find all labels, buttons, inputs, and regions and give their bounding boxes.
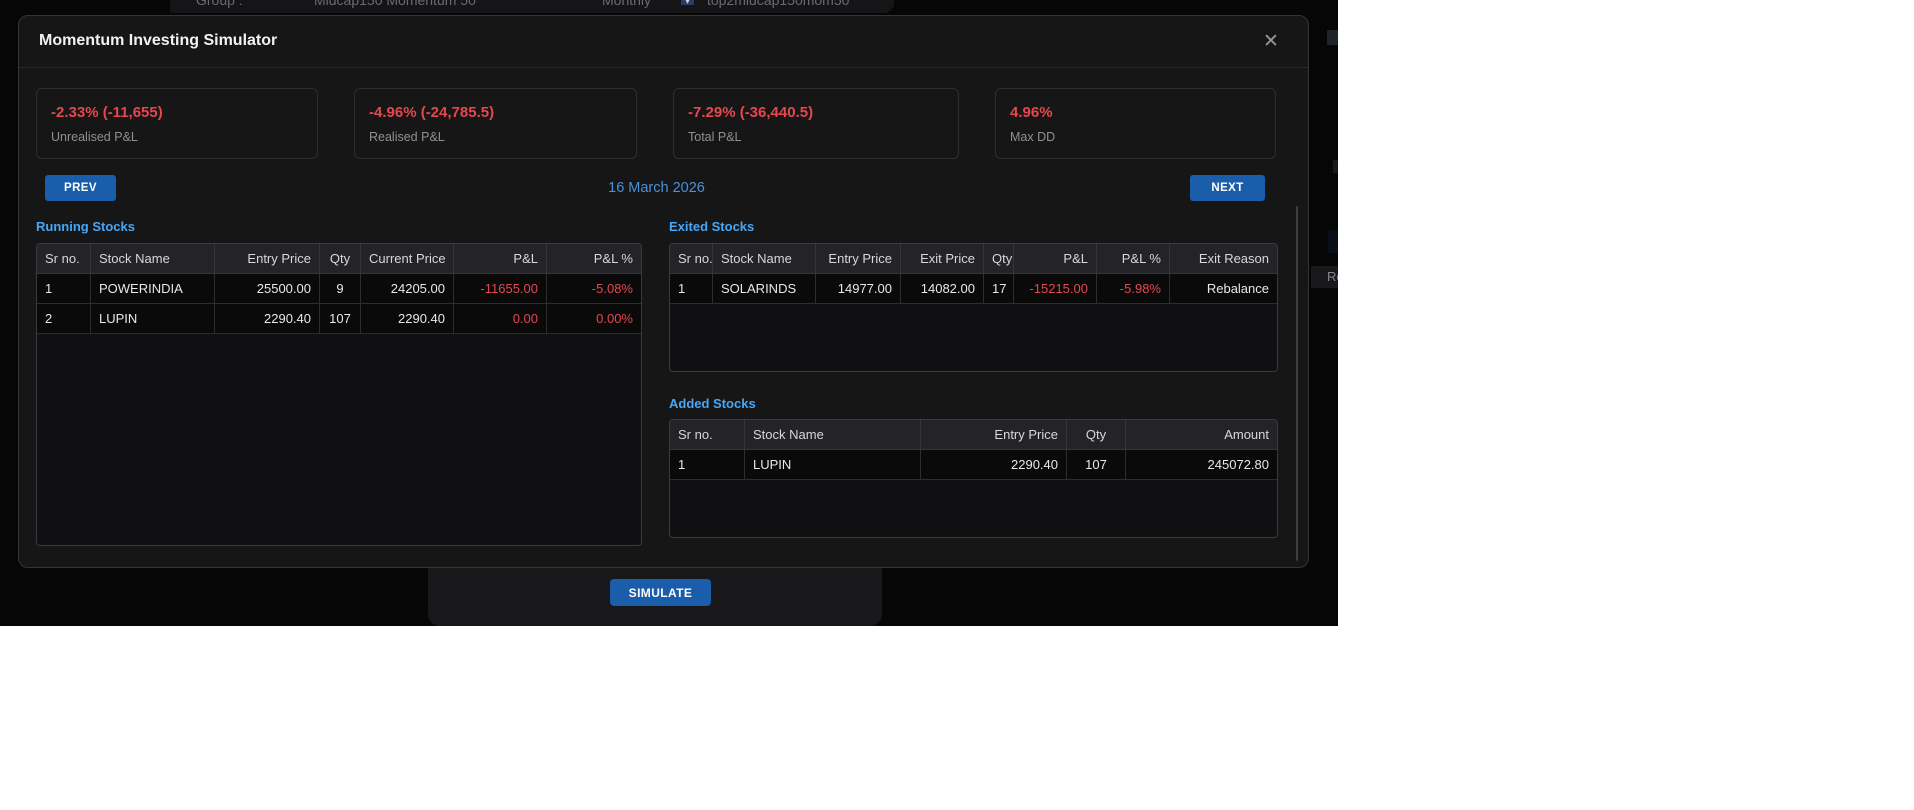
section-title-added-stocks: Added Stocks (669, 396, 756, 411)
running-stocks-table: Sr no. Stock Name Entry Price Qty Current Pr… (36, 243, 642, 546)
background-text-fragment: Group : (196, 0, 243, 8)
column-header: Entry Price (215, 244, 320, 274)
table-cell: LUPIN (91, 304, 215, 334)
table-cell: 107 (320, 304, 361, 334)
stat-label: Max DD (1010, 130, 1056, 144)
table-cell: 0.00 (454, 304, 547, 334)
modal-scrollbar[interactable] (1296, 206, 1298, 561)
stat-label: Total P&L (688, 130, 742, 144)
stat-card-realised-pnl: -4.96% (-24,785.5) Realised P&L (354, 88, 637, 159)
column-header: Stock Name (91, 244, 215, 274)
table-cell: 9 (320, 274, 361, 304)
background-panel: SIMULATE (428, 568, 882, 626)
page-title: Momentum Investing Simulator (39, 32, 278, 49)
background-text-fragment: top2midcap150mom50 (707, 0, 850, 8)
section-title-exited-stocks: Exited Stocks (669, 219, 755, 234)
column-header: Entry Price (921, 420, 1067, 450)
table-cell: -11655.00 (454, 274, 547, 304)
stat-card-unrealised-pnl: -2.33% (-11,655) Unrealised P&L (36, 88, 318, 159)
table-row: 1 SOLARINDS 14977.00 14082.00 17 -15215.00 -5.… (670, 274, 1277, 304)
chevron-down-icon: ▾ (681, 0, 694, 5)
table-row: 2 LUPIN 2290.40 107 2290.40 0.00 0.00% (37, 304, 641, 334)
table-cell: LUPIN (745, 450, 921, 480)
column-header: Sr no. (37, 244, 91, 274)
added-stocks-table: Sr no. Stock Name Entry Price Qty Amount 1 LUP… (669, 419, 1278, 538)
modal-header: Momentum Investing Simulator ✕ (19, 16, 1308, 68)
table-cell: 107 (1067, 450, 1126, 480)
background-text-fragment: Midcap150 Momentum 50 (314, 0, 476, 8)
stat-value: -2.33% (-11,655) (51, 104, 163, 121)
column-header: Sr no. (670, 244, 713, 274)
table-cell: 2290.40 (215, 304, 320, 334)
stat-card-max-dd: 4.96% Max DD (995, 88, 1276, 159)
background-text-fragment: Monthly (602, 0, 652, 8)
table-header-row: Sr no. Stock Name Entry Price Qty Amount (670, 420, 1277, 450)
current-date: 16 March 2026 (608, 180, 705, 196)
table-cell: -5.98% (1097, 274, 1170, 304)
table-cell: 1 (670, 274, 713, 304)
column-header: P&L % (1097, 244, 1170, 274)
table-cell: 25500.00 (215, 274, 320, 304)
table-cell: 17 (984, 274, 1014, 304)
modal-backdrop: Group : Midcap150 Momentum 50 Monthly ▾ … (0, 0, 1338, 626)
background-text-fragment: Re (1327, 269, 1338, 284)
table-cell: 245072.80 (1126, 450, 1277, 480)
exited-stocks-table: Sr no. Stock Name Entry Price Exit Price Qty… (669, 243, 1278, 372)
column-header: P&L % (547, 244, 641, 274)
column-header: Entry Price (816, 244, 901, 274)
background-artifact: Re (1311, 266, 1338, 288)
table-cell: -15215.00 (1014, 274, 1097, 304)
stat-label: Unrealised P&L (51, 130, 138, 144)
stat-value: -4.96% (-24,785.5) (369, 104, 495, 121)
stat-value: -7.29% (-36,440.5) (688, 104, 814, 121)
table-cell: 2290.40 (361, 304, 454, 334)
column-header: Stock Name (745, 420, 921, 450)
table-cell: Rebalance (1170, 274, 1277, 304)
column-header: Exit Price (901, 244, 984, 274)
column-header: Qty (984, 244, 1014, 274)
background-artifact (1327, 30, 1338, 45)
column-header: Qty (320, 244, 361, 274)
table-cell: -5.08% (547, 274, 641, 304)
table-cell: 2290.40 (921, 450, 1067, 480)
stat-value: 4.96% (1010, 104, 1053, 121)
date-navigation-row: PREV 16 March 2026 NEXT (19, 175, 1294, 201)
next-button[interactable]: NEXT (1190, 175, 1265, 201)
background-artifact (1333, 160, 1338, 173)
table-row: 1 LUPIN 2290.40 107 245072.80 (670, 450, 1277, 480)
column-header: Sr no. (670, 420, 745, 450)
table-row: 1 POWERINDIA 25500.00 9 24205.00 -11655.00 -5.… (37, 274, 641, 304)
table-cell: 0.00% (547, 304, 641, 334)
table-cell: 2 (37, 304, 91, 334)
background-artifact (1328, 230, 1338, 253)
close-button[interactable]: ✕ (1258, 29, 1284, 55)
column-header: Exit Reason (1170, 244, 1277, 274)
table-cell: 14977.00 (816, 274, 901, 304)
momentum-simulator-modal: Momentum Investing Simulator ✕ -2.33% (-… (18, 15, 1309, 568)
column-header: Stock Name (713, 244, 816, 274)
close-icon: ✕ (1263, 31, 1279, 52)
table-cell: 1 (670, 450, 745, 480)
table-cell: 14082.00 (901, 274, 984, 304)
stat-cards-row: -2.33% (-11,655) Unrealised P&L -4.96% (… (36, 88, 1276, 159)
table-cell: 24205.00 (361, 274, 454, 304)
simulate-button[interactable]: SIMULATE (610, 579, 711, 606)
table-cell: 1 (37, 274, 91, 304)
section-title-running-stocks: Running Stocks (36, 219, 135, 234)
column-header: P&L (1014, 244, 1097, 274)
table-cell: POWERINDIA (91, 274, 215, 304)
column-header: Amount (1126, 420, 1277, 450)
column-header: Current Price (361, 244, 454, 274)
table-header-row: Sr no. Stock Name Entry Price Qty Current Pr… (37, 244, 641, 274)
stat-label: Realised P&L (369, 130, 445, 144)
column-header: Qty (1067, 420, 1126, 450)
column-header: P&L (454, 244, 547, 274)
stat-card-total-pnl: -7.29% (-36,440.5) Total P&L (673, 88, 959, 159)
table-cell: SOLARINDS (713, 274, 816, 304)
table-header-row: Sr no. Stock Name Entry Price Exit Price Qty… (670, 244, 1277, 274)
